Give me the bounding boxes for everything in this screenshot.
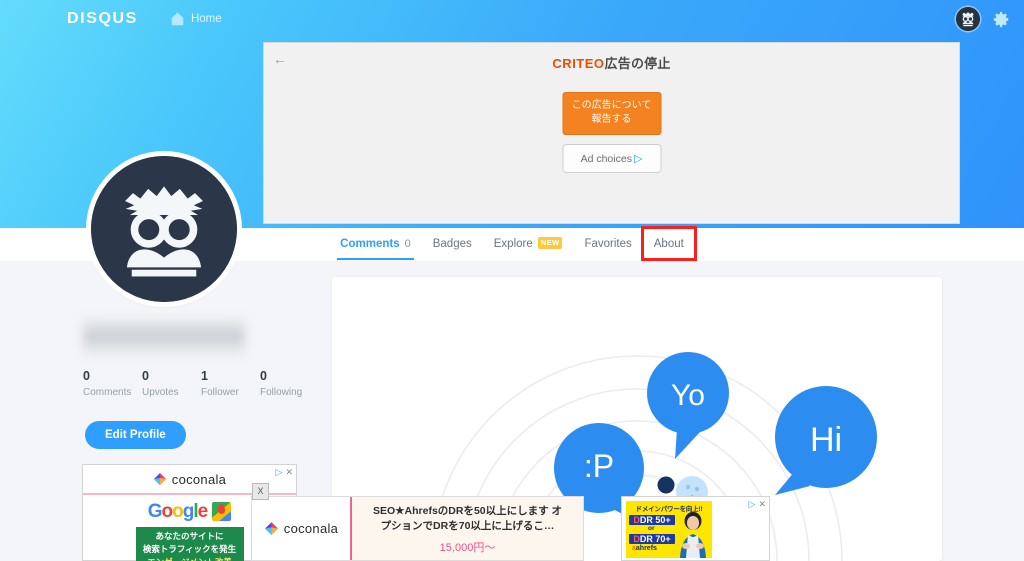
tabs-container: Comments 0 Badges Explore NEW Favorites … [329,226,697,261]
adchoices-triangle-icon: ▷ [748,499,756,509]
tab-badges[interactable]: Badges [422,228,483,259]
stat-followers[interactable]: 1 Follower [201,369,260,398]
ad-collapse-button[interactable]: X [252,483,269,500]
gear-icon[interactable] [993,11,1010,28]
close-icon[interactable]: ✕ [758,499,766,510]
tab-explore-label: Explore [493,237,533,250]
stat-followers-label: Follower [201,387,239,398]
ahrefs-banner: ドメインパワーを向上!! DDR 50+ or DDR 70+ aahrefs [626,501,712,558]
adchoices-triangle-icon: ▷ [275,467,283,477]
edit-profile-button[interactable]: Edit Profile [85,421,186,449]
criteo-brand-text: CRITEO [552,56,605,71]
google-ad-line1: あなたのサイトに [155,531,224,541]
tab-explore[interactable]: Explore NEW [483,228,574,259]
svg-text:Yo: Yo [671,379,705,412]
stat-followers-value: 1 [201,369,208,383]
tab-about[interactable]: About [640,226,697,261]
coconala-logo: coconala [153,472,226,487]
tab-comments[interactable]: Comments 0 [329,228,422,260]
bubble-yo: Yo [647,352,729,459]
stat-upvotes: 0 Upvotes [142,369,201,398]
user-avatar-button[interactable] [956,7,980,31]
profile-avatar[interactable] [91,156,237,302]
coconala-headline-line2: プションでDRを70以上に上げるこ… [380,519,555,532]
disqus-logo[interactable]: DISQUS [67,10,138,28]
tab-badges-label: Badges [432,237,472,250]
adchoices-triangle-icon: ▷ [633,153,643,165]
topbar-actions [956,0,1010,38]
coconala-headline-line1: SEO★AhrefsのDRを50以上にします オ [372,505,563,517]
ahrefs-dr-50-text: DR 50+ [639,515,671,525]
svg-text::P: :P [584,448,614,484]
tab-favorites[interactable]: Favorites [573,228,642,259]
google-ad-banner: あなたのサイトに 検索トラフィックを発生 エンゲージメント改善 [135,527,244,561]
ad-ahrefs-right[interactable]: ▷ ✕ ドメインパワーを向上!! DDR 50+ or DDR 70+ aahr… [621,496,770,561]
ahrefs-dr-70: DDR 70+ [629,534,675,544]
criteo-title-rest: 広告の停止 [604,56,671,71]
ahrefs-dr-50: DDR 50+ [629,515,675,525]
close-icon[interactable]: ✕ [285,467,293,478]
google-ad-line3: エンゲージメント改善 [138,556,242,561]
top-navigation-bar: DISQUS Home [0,0,1024,38]
google-ad-line2: 検索トラフィックを発生 [142,543,237,554]
owl-avatar-icon [956,7,980,31]
tab-comments-count: 0 [404,237,411,250]
svg-text:Hi: Hi [810,421,842,459]
report-ad-line1: この広告について [571,100,652,111]
home-nav-link[interactable]: Home [171,12,222,26]
tab-favorites-label: Favorites [584,237,632,250]
stat-following-value: 0 [260,369,267,383]
ad-choices-label: Ad choices [580,152,632,165]
coconala-wordmark-center: coconala [283,521,339,536]
bubble-hi: Hi [775,386,877,495]
criteo-ad-title: CRITEO広告の停止 [264,53,959,72]
ahrefs-model-photo [680,512,706,558]
ad-coconala-center[interactable]: coconala SEO★AhrefsのDRを50以上にします オ プションでD… [251,496,584,561]
profile-stats: 0 Comments 0 Upvotes 1 Follower 0 Follow… [83,369,319,398]
ahrefs-dr-70-text: DR 70+ [639,534,671,544]
coconala-mark-icon [264,522,278,535]
coconala-mark-icon [153,473,166,485]
ahrefs-brand-text: ahrefs [635,545,657,552]
report-ad-button[interactable]: この広告について 報告する [562,92,661,135]
stat-following[interactable]: 0 Following [260,369,319,398]
page-root: DISQUS Home ← CRITEO広告の停止 この広告について 報告する … [0,0,1024,561]
ad-choices-control-right[interactable]: ▷ ✕ [749,499,766,510]
home-label: Home [190,13,222,25]
stat-upvotes-label: Upvotes [142,387,179,398]
ad-choices-button[interactable]: Ad choices ▷ [562,144,661,173]
stat-comments-value: 0 [83,369,90,383]
google-maps-icon [212,502,232,521]
coconala-logo-center: coconala [252,497,352,560]
home-icon [171,12,184,26]
coconala-price: 15,000円〜 [439,542,496,555]
stat-comments: 0 Comments [83,369,142,398]
ad-choices-control-left[interactable]: ▷ ✕ [276,467,293,478]
owl-avatar-icon [91,156,237,302]
stat-comments-label: Comments [83,387,132,398]
coconala-ad-copy: SEO★AhrefsのDRを50以上にします オ プションでDRを70以上に上げ… [352,497,583,560]
tab-comments-label: Comments [340,237,400,250]
profile-display-name-blurred [83,317,245,361]
coconala-wordmark: coconala [171,471,227,487]
report-ad-line2: 報告する [591,113,632,125]
criteo-ad-overlay-panel: ← CRITEO広告の停止 この広告について 報告する Ad choices ▷ [263,42,960,224]
tab-about-label: About [653,237,684,250]
stat-upvotes-value: 0 [142,369,149,383]
stat-following-label: Following [260,387,303,398]
tab-explore-new-badge: NEW [537,236,563,249]
